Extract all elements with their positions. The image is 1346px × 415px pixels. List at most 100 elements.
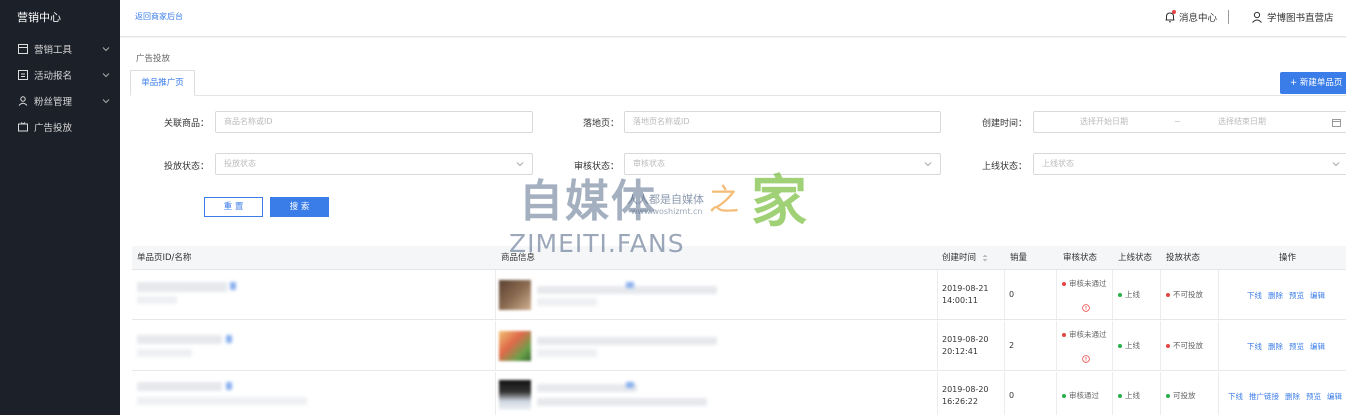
chevron-down-icon: [516, 162, 524, 167]
column-divider: [1218, 372, 1219, 415]
column-divider: [1218, 270, 1219, 319]
status-dot-red: [1062, 333, 1066, 337]
status-dot-green: [1166, 394, 1170, 398]
delivery-status: 可投放: [1166, 390, 1196, 402]
column-divider: [937, 321, 938, 370]
landing-page-search-input[interactable]: 落地页名称或ID: [624, 111, 941, 133]
delete-link[interactable]: 删除: [1268, 290, 1283, 301]
edit-link[interactable]: 编辑: [1327, 391, 1342, 402]
start-date-input[interactable]: 选择开始日期: [1080, 112, 1128, 132]
sidebar-item-fan-management[interactable]: 粉丝管理: [0, 88, 120, 114]
column-header-created[interactable]: 创建时间: [942, 246, 988, 270]
column-divider: [495, 321, 496, 370]
column-header-ops: 操作: [1279, 253, 1297, 263]
column-divider: [1160, 372, 1161, 415]
copy-icon[interactable]: [226, 335, 232, 343]
copy-icon[interactable]: [230, 282, 236, 290]
preview-link[interactable]: 预览: [1289, 341, 1304, 352]
row-actions: 下线 推广链接 删除 预览 编辑: [1228, 391, 1342, 402]
redacted-page-id: [137, 349, 192, 357]
shop-icon: [17, 44, 28, 55]
created-date: 2019-08-20 16:26:22: [942, 385, 989, 406]
new-single-product-page-button[interactable]: + 新建单品页: [1280, 72, 1346, 94]
column-divider: [937, 270, 938, 319]
product-filter-label: 关联商品：: [164, 119, 210, 129]
created-date-range-picker[interactable]: 选择开始日期 ~ 选择结束日期: [1033, 111, 1346, 133]
online-status-placeholder: 上线状态: [1042, 159, 1074, 168]
column-divider: [1056, 372, 1057, 415]
preview-link[interactable]: 预览: [1289, 290, 1304, 301]
table-header: 单品页ID/名称 商品信息 创建时间 销量 审核状态 上线状态 投放状态 操作: [132, 246, 1346, 270]
promo-link[interactable]: 推广链接: [1249, 391, 1279, 402]
column-divider: [1218, 321, 1219, 370]
notification-dot: [1172, 10, 1176, 14]
redacted-page-id: [137, 397, 307, 405]
preview-link[interactable]: 预览: [1306, 391, 1321, 402]
breadcrumb: 广告投放: [136, 54, 171, 64]
sidebar-title: 营销中心: [17, 11, 61, 24]
column-divider: [1056, 321, 1057, 370]
review-status: 审核未通过: [1062, 329, 1110, 341]
sales-count: 2: [1009, 341, 1015, 350]
search-button[interactable]: 搜 索: [270, 197, 329, 217]
chevron-down-icon: [924, 162, 932, 167]
delete-link[interactable]: 删除: [1268, 341, 1283, 352]
offline-link[interactable]: 下线: [1228, 391, 1243, 402]
column-divider: [1112, 270, 1113, 319]
tab-single-product-page[interactable]: 单品推广页: [130, 70, 195, 96]
status-dot-green: [1062, 394, 1066, 398]
chevron-down-icon: [102, 99, 110, 104]
column-divider: [937, 372, 938, 415]
status-dot-red: [1062, 282, 1066, 286]
status-dot-red: [1166, 344, 1170, 348]
delivery-status-filter-label: 投放状态：: [164, 162, 210, 172]
status-dot-green: [1118, 394, 1122, 398]
redacted-product-title: [537, 337, 717, 345]
column-divider: [1112, 372, 1113, 415]
copy-icon[interactable]: [226, 382, 232, 390]
column-header-online: 上线状态: [1118, 253, 1153, 263]
product-thumbnail: [499, 280, 531, 310]
chevron-down-icon: [102, 47, 110, 52]
top-bar: 返回商家后台 消息中心 学博图书直营店: [120, 0, 1346, 37]
edit-link[interactable]: 编辑: [1310, 341, 1325, 352]
user-menu[interactable]: 学博图书直营店: [1251, 10, 1334, 24]
review-status-filter-label: 审核状态：: [574, 162, 620, 172]
status-dot-green: [1118, 344, 1122, 348]
redacted-product-title: [537, 384, 637, 392]
offline-link[interactable]: 下线: [1247, 341, 1262, 352]
online-status-filter-label: 上线状态：: [982, 162, 1028, 172]
table-row: 2019-08-21 14:00:11 0 审核未通过 上线 不可投放 下线 删…: [132, 270, 1346, 320]
divider: [1228, 10, 1229, 24]
product-search-input[interactable]: 商品名称或ID: [215, 111, 533, 133]
sidebar-item-ad-delivery[interactable]: 广告投放: [0, 114, 120, 140]
edit-link[interactable]: 编辑: [1310, 290, 1325, 301]
column-header-product: 商品信息: [501, 253, 536, 263]
online-status: 上线: [1118, 289, 1140, 301]
back-to-merchant-link[interactable]: 返回商家后台: [135, 11, 183, 22]
reset-button[interactable]: 重 置: [204, 197, 263, 217]
delete-link[interactable]: 删除: [1285, 391, 1300, 402]
online-status-select[interactable]: 上线状态: [1033, 153, 1346, 175]
column-divider: [1004, 270, 1005, 319]
status-dot-red: [1166, 293, 1170, 297]
delivery-status-select[interactable]: 投放状态: [215, 153, 533, 175]
sidebar-item-label: 营销工具: [34, 45, 73, 56]
online-status: 上线: [1118, 340, 1140, 352]
sidebar-item-marketing-tools[interactable]: 营销工具: [0, 36, 120, 62]
end-date-input[interactable]: 选择结束日期: [1218, 112, 1266, 132]
review-status-select[interactable]: 审核状态: [624, 153, 941, 175]
warning-icon[interactable]: [1082, 304, 1090, 312]
sort-icon: [982, 254, 988, 261]
redacted-page-id: [137, 296, 177, 304]
landing-page-filter-label: 落地页：: [583, 119, 620, 129]
offline-link[interactable]: 下线: [1247, 290, 1262, 301]
column-divider: [495, 270, 496, 319]
chevron-down-icon: [1332, 162, 1340, 167]
message-center-button[interactable]: 消息中心: [1164, 10, 1217, 24]
delivery-status: 不可投放: [1166, 340, 1203, 352]
tab-divider: [130, 95, 1346, 96]
sidebar-item-activity-signup[interactable]: 活动报名: [0, 62, 120, 88]
user-icon: [1252, 11, 1262, 23]
warning-icon[interactable]: [1082, 355, 1090, 363]
